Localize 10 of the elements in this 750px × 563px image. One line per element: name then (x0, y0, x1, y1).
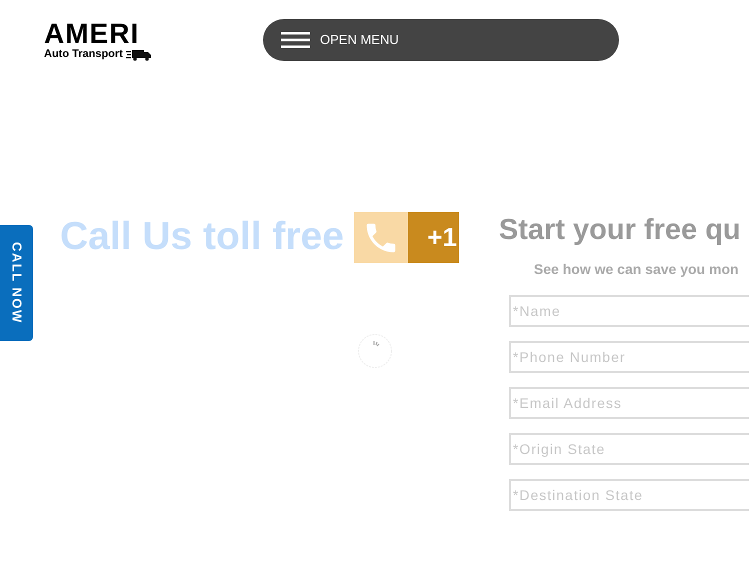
open-menu-button[interactable]: OPEN MENU (263, 19, 619, 61)
call-now-tab[interactable]: CALL NOW (0, 225, 33, 341)
menu-icon (281, 32, 310, 48)
form-title: Start your free qu (498, 213, 742, 248)
logo-subtitle: Auto Transport (44, 48, 123, 61)
form-subtitle: See how we can save you mon (534, 260, 740, 279)
call-headline: Call Us toll free (60, 214, 344, 260)
logo-title: AMERI (44, 20, 140, 48)
truck-icon (126, 48, 152, 60)
loading-spinner-icon (357, 333, 393, 369)
